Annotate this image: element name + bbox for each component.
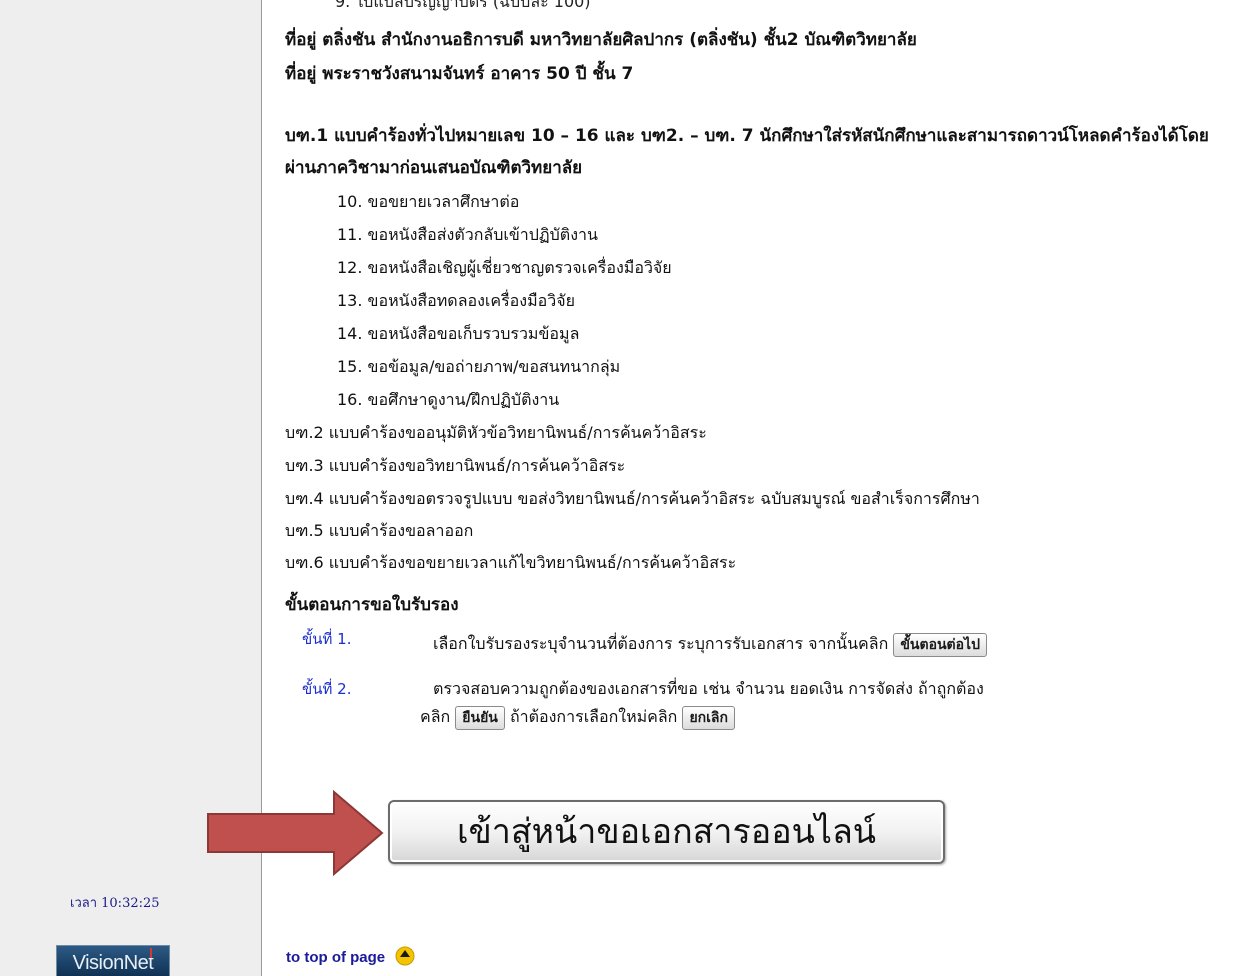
step-2-actions: คลิก ยืนยัน ถ้าต้องการเลือกใหม่คลิก ยกเล… (420, 705, 735, 730)
form-bt6[interactable]: บฑ.6 แบบคำร้องขอขยายเวลาแก้ไขวิทยานิพนธ์… (285, 551, 736, 576)
click-prefix: คลิก (420, 707, 451, 726)
forms-intro-text: บฑ.1 แบบคำร้องทั่วไปหมายเลข 10 – 16 และ … (285, 126, 1209, 178)
page: เวลา 10:32:25 VisionNet 9. ใบแปลปริญญาบั… (0, 0, 1241, 976)
form-item-12[interactable]: 12. ขอหนังสือเชิญผู้เชี่ยวชาญตรวจเครื่อง… (337, 256, 672, 281)
to-top-link[interactable]: to top of page (286, 946, 415, 968)
step-2-text: ตรวจสอบความถูกต้องของเอกสารที่ขอ เช่น จำ… (433, 679, 984, 698)
step-1-text: เลือกใบรับรองระบุจำนวนที่ต้องการ ระบุการ… (433, 632, 987, 657)
to-top-label: to top of page (286, 948, 386, 966)
arrow-shape (207, 790, 384, 876)
form-bt5[interactable]: บฑ.5 แบบคำร้องขอลาออก (285, 519, 473, 544)
form-bt3[interactable]: บฑ.3 แบบคำร้องขอวิทยานิพนธ์/การค้นคว้าอิ… (285, 454, 625, 479)
form-item-15[interactable]: 15. ขอข้อมูล/ขอถ่ายภาพ/ขอสนทนากลุ่ม (337, 355, 620, 380)
form-bt4[interactable]: บฑ.4 แบบคำร้องขอตรวจรูปแบบ ขอส่งวิทยานิพ… (285, 487, 980, 512)
logo-accent-mark (150, 948, 152, 958)
form-item-11[interactable]: 11. ขอหนังสือส่งตัวกลับเข้าปฏิบัติงาน (337, 223, 598, 248)
cut-off-list-item: 9. ใบแปลปริญญาบัตร (ฉบับละ 100) (335, 0, 591, 11)
next-step-button[interactable]: ขั้นตอนต่อไป (893, 632, 987, 657)
address-taling-chan: ที่อยู่ ตลิ่งชัน สำนักงานอธิการบดี มหาวิ… (285, 30, 917, 50)
form-item-13[interactable]: 13. ขอหนังสือทดลองเครื่องมือวิจัย (337, 289, 575, 314)
certificate-steps-heading: ขั้นตอนการขอใบรับรอง (285, 595, 459, 615)
confirm-button[interactable]: ยืนยัน (455, 705, 505, 730)
form-bt2[interactable]: บฑ.2 แบบคำร้องขออนุมัติหัวข้อวิทยานิพนธ์… (285, 421, 707, 446)
form-item-16[interactable]: 16. ขอศึกษาดูงาน/ฝึกปฏิบัติงาน (337, 388, 559, 413)
step-1-label: ขั้นที่ 1. (302, 630, 352, 648)
step-2-label: ขั้นที่ 2. (302, 680, 352, 698)
up-arrow-icon (395, 946, 415, 966)
step-1-description: เลือกใบรับรองระบุจำนวนที่ต้องการ ระบุการ… (433, 634, 889, 653)
form-item-10[interactable]: 10. ขอขยายเวลาศึกษาต่อ (337, 190, 519, 215)
reselect-text: ถ้าต้องการเลือกใหม่คลิก (509, 707, 678, 726)
form-item-14[interactable]: 14. ขอหนังสือขอเก็บรวบรวมข้อมูล (337, 322, 579, 347)
visionnet-logo[interactable]: VisionNet (56, 945, 170, 976)
address-sanam-chandra: ที่อยู่ พระราชวังสนามจันทร์ อาคาร 50 ปี … (285, 64, 634, 84)
cancel-button[interactable]: ยกเลิก (682, 705, 735, 730)
red-arrow-icon (207, 790, 384, 876)
online-request-button[interactable]: เข้าสู่หน้าขอเอกสารออนไลน์ (388, 800, 945, 864)
clock-text: เวลา 10:32:25 (70, 896, 160, 911)
visionnet-logo-label: VisionNet (72, 952, 154, 974)
